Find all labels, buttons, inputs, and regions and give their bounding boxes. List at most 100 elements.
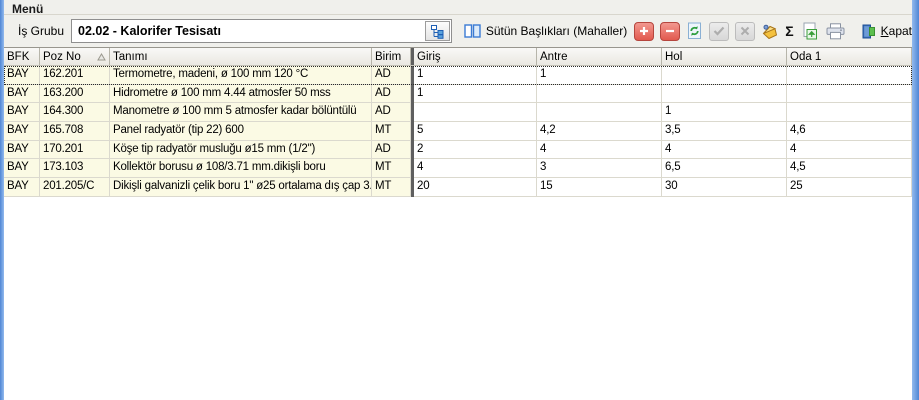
menu-bar: Menü bbox=[4, 0, 912, 15]
is-grubu-combobox[interactable]: 02.02 - Kalorifer Tesisatı bbox=[71, 19, 452, 43]
column-header-label: Oda 1 bbox=[790, 51, 821, 63]
cell-antre[interactable]: 1 bbox=[537, 66, 662, 85]
cell-poz-no[interactable]: 201.205/C bbox=[40, 178, 110, 197]
cell-poz-no[interactable]: 164.300 bbox=[40, 103, 110, 122]
cell-antre[interactable]: 15 bbox=[537, 178, 662, 197]
cell-giris[interactable]: 20 bbox=[414, 178, 537, 197]
column-header-giris[interactable]: Giriş bbox=[414, 48, 537, 65]
cell-tanimi[interactable]: Köşe tip radyatör musluğu ø15 mm (1/2") bbox=[110, 141, 372, 160]
table-row[interactable]: BAY162.201Termometre, madeni, ø 100 mm 1… bbox=[4, 66, 912, 85]
kapat-button[interactable]: Kapat bbox=[861, 24, 912, 39]
column-header-label: Birim bbox=[375, 51, 401, 63]
cell-oda-1[interactable] bbox=[787, 103, 912, 122]
remove-row-button[interactable] bbox=[660, 22, 680, 41]
refresh-button[interactable] bbox=[686, 22, 703, 40]
grid-header: BFK Poz No TanımıBirim GirişAntreHolOda 1 bbox=[4, 48, 912, 66]
cell-birim[interactable]: MT bbox=[372, 122, 411, 141]
cell-tanimi[interactable]: Kollektör borusu ø 108/3.71 mm.dikişli b… bbox=[110, 159, 372, 178]
column-header-bfk[interactable]: BFK bbox=[4, 48, 40, 65]
column-headers-icon bbox=[464, 24, 481, 38]
cell-hol[interactable]: 1 bbox=[662, 103, 787, 122]
column-headers-label: Sütün Başlıkları (Mahaller) bbox=[486, 24, 627, 38]
cell-bfk[interactable]: BAY bbox=[4, 85, 40, 104]
table-row[interactable]: BAY170.201Köşe tip radyatör musluğu ø15 … bbox=[4, 141, 912, 160]
cell-poz-no[interactable]: 170.201 bbox=[40, 141, 110, 160]
cell-poz-no[interactable]: 173.103 bbox=[40, 159, 110, 178]
cell-giris[interactable]: 4 bbox=[414, 159, 537, 178]
cell-tanimi[interactable]: Hidrometre ø 100 mm 4.44 atmosfer 50 mss bbox=[110, 85, 372, 104]
app-window: Menü İş Grubu 02.02 - Kalorifer Tesisatı bbox=[0, 0, 919, 400]
cell-bfk[interactable]: BAY bbox=[4, 141, 40, 160]
confirm-button-disabled[interactable] bbox=[709, 22, 729, 41]
column-header-oda-1[interactable]: Oda 1 bbox=[787, 48, 912, 65]
column-header-hol[interactable]: Hol bbox=[662, 48, 787, 65]
tag-button[interactable] bbox=[761, 23, 779, 40]
window-border-right bbox=[912, 0, 919, 400]
column-header-label: BFK bbox=[7, 51, 29, 63]
cell-antre[interactable] bbox=[537, 103, 662, 122]
column-header-birim[interactable]: Birim bbox=[372, 48, 411, 65]
cell-tanimi[interactable]: Panel radyatör (tip 22) 600 bbox=[110, 122, 372, 141]
menu-item-menu[interactable]: Menü bbox=[12, 2, 43, 15]
cell-hol[interactable] bbox=[662, 66, 787, 85]
cell-oda-1[interactable] bbox=[787, 85, 912, 104]
cell-antre[interactable] bbox=[537, 85, 662, 104]
table-row[interactable]: BAY165.708Panel radyatör (tip 22) 600MT5… bbox=[4, 122, 912, 141]
cell-giris[interactable]: 1 bbox=[414, 85, 537, 104]
printer-icon bbox=[825, 23, 846, 40]
cell-antre[interactable]: 4,2 bbox=[537, 122, 662, 141]
cell-birim[interactable]: AD bbox=[372, 103, 411, 122]
cell-bfk[interactable]: BAY bbox=[4, 66, 40, 85]
cell-bfk[interactable]: BAY bbox=[4, 159, 40, 178]
table-row[interactable]: BAY173.103Kollektör borusu ø 108/3.71 mm… bbox=[4, 159, 912, 178]
toolbar: İş Grubu 02.02 - Kalorifer Tesisatı bbox=[4, 15, 912, 47]
table-row[interactable]: BAY201.205/CDikişli galvanizli çelik bor… bbox=[4, 178, 912, 197]
cell-oda-1[interactable]: 4 bbox=[787, 141, 912, 160]
cell-tanimi[interactable]: Dikişli galvanizli çelik boru 1" ø25 ort… bbox=[110, 178, 372, 197]
cell-oda-1[interactable] bbox=[787, 66, 912, 85]
column-header-tanimi[interactable]: Tanımı bbox=[110, 48, 372, 65]
cancel-button-disabled[interactable] bbox=[735, 22, 755, 41]
table-row[interactable]: BAY164.300Manometre ø 100 mm 5 atmosfer … bbox=[4, 103, 912, 122]
cell-bfk[interactable]: BAY bbox=[4, 122, 40, 141]
cell-bfk[interactable]: BAY bbox=[4, 178, 40, 197]
cell-bfk[interactable]: BAY bbox=[4, 103, 40, 122]
cell-tanimi[interactable]: Manometre ø 100 mm 5 atmosfer kadar bölü… bbox=[110, 103, 372, 122]
exit-door-icon bbox=[861, 24, 876, 39]
sum-button[interactable]: Σ bbox=[785, 23, 793, 39]
cell-giris[interactable]: 5 bbox=[414, 122, 537, 141]
column-header-antre[interactable]: Antre bbox=[537, 48, 662, 65]
cell-birim[interactable]: AD bbox=[372, 141, 411, 160]
column-header-poz-no[interactable]: Poz No bbox=[40, 48, 110, 65]
cell-antre[interactable]: 4 bbox=[537, 141, 662, 160]
check-icon bbox=[709, 22, 729, 41]
cell-hol[interactable]: 3,5 bbox=[662, 122, 787, 141]
cell-poz-no[interactable]: 165.708 bbox=[40, 122, 110, 141]
cell-oda-1[interactable]: 4,5 bbox=[787, 159, 912, 178]
cell-birim[interactable]: AD bbox=[372, 66, 411, 85]
cell-poz-no[interactable]: 162.201 bbox=[40, 66, 110, 85]
export-button[interactable] bbox=[800, 22, 819, 40]
cell-poz-no[interactable]: 163.200 bbox=[40, 85, 110, 104]
table-row[interactable]: BAY163.200Hidrometre ø 100 mm 4.44 atmos… bbox=[4, 85, 912, 104]
cell-oda-1[interactable]: 25 bbox=[787, 178, 912, 197]
cell-giris[interactable]: 2 bbox=[414, 141, 537, 160]
print-button[interactable] bbox=[825, 23, 846, 40]
kapat-label: Kapat bbox=[881, 24, 912, 38]
cell-tanimi[interactable]: Termometre, madeni, ø 100 mm 120 °C bbox=[110, 66, 372, 85]
is-grubu-tree-button[interactable] bbox=[425, 21, 450, 41]
cell-hol[interactable]: 6,5 bbox=[662, 159, 787, 178]
cell-oda-1[interactable]: 4,6 bbox=[787, 122, 912, 141]
cell-birim[interactable]: AD bbox=[372, 85, 411, 104]
column-header-label: Poz No bbox=[43, 51, 81, 63]
cell-giris[interactable] bbox=[414, 103, 537, 122]
cell-hol[interactable]: 30 bbox=[662, 178, 787, 197]
cell-hol[interactable]: 4 bbox=[662, 141, 787, 160]
add-row-button[interactable] bbox=[634, 22, 654, 41]
cell-giris[interactable]: 1 bbox=[414, 66, 537, 85]
cell-birim[interactable]: MT bbox=[372, 178, 411, 197]
cell-antre[interactable]: 3 bbox=[537, 159, 662, 178]
hierarchy-tree-icon bbox=[430, 24, 445, 39]
cell-birim[interactable]: MT bbox=[372, 159, 411, 178]
cell-hol[interactable] bbox=[662, 85, 787, 104]
